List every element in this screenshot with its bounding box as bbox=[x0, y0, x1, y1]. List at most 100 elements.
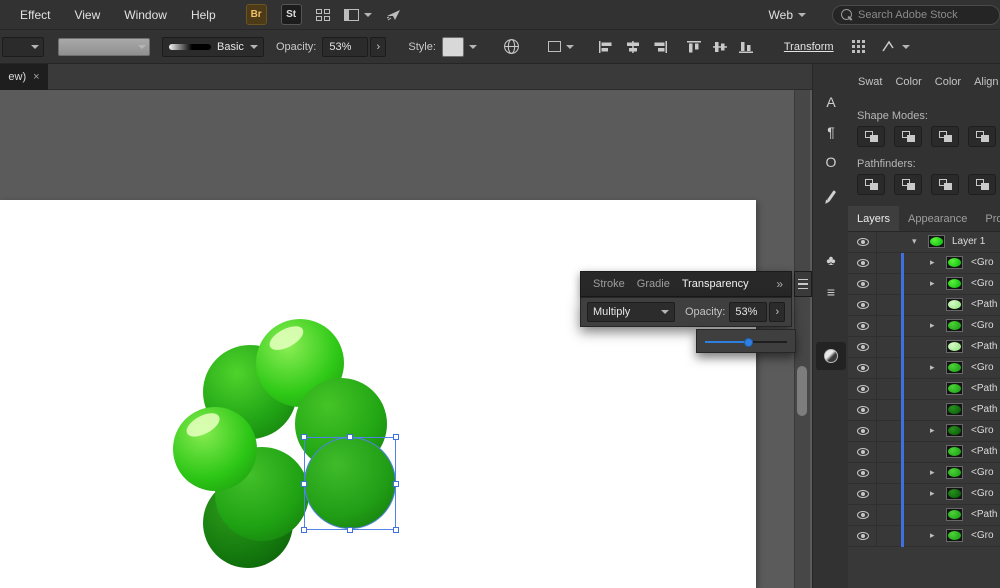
layer-row[interactable]: ▸ <Gro bbox=[848, 484, 1000, 505]
selection-handle[interactable] bbox=[393, 434, 399, 440]
layer-label[interactable]: Layer 1 bbox=[952, 236, 985, 247]
tab-color-guide[interactable]: Color bbox=[935, 76, 961, 88]
align-left-icon[interactable] bbox=[598, 40, 616, 54]
shape-mode-intersect-button[interactable] bbox=[931, 126, 959, 147]
tab-align[interactable]: Align bbox=[974, 76, 998, 88]
layer-row[interactable]: ▸ <Gro bbox=[848, 358, 1000, 379]
align-middle-icon[interactable] bbox=[712, 40, 730, 54]
visibility-eye-icon[interactable] bbox=[857, 322, 869, 330]
layer-label[interactable]: <Path bbox=[971, 404, 997, 415]
layer-label[interactable]: <Path bbox=[971, 509, 997, 520]
transparency-panel-header[interactable]: Stroke Gradie Transparency » bbox=[580, 271, 792, 297]
layer-row[interactable]: <Path bbox=[848, 442, 1000, 463]
disclosure-triangle-icon[interactable]: ▸ bbox=[930, 489, 935, 498]
disclosure-triangle-icon[interactable]: ▸ bbox=[930, 468, 935, 477]
align-right-icon[interactable] bbox=[650, 40, 668, 54]
visibility-eye-icon[interactable] bbox=[857, 532, 869, 540]
align-top-icon[interactable] bbox=[686, 40, 704, 54]
visibility-eye-icon[interactable] bbox=[857, 364, 869, 372]
layer-label[interactable]: <Path bbox=[971, 299, 997, 310]
opacity-expand-button[interactable]: › bbox=[370, 36, 387, 57]
close-icon[interactable]: × bbox=[33, 71, 39, 83]
visibility-eye-icon[interactable] bbox=[857, 511, 869, 519]
visibility-eye-icon[interactable] bbox=[857, 448, 869, 456]
layer-row[interactable]: <Path bbox=[848, 295, 1000, 316]
document-setup-globe-icon[interactable] bbox=[503, 38, 520, 55]
canvas-area[interactable] bbox=[0, 90, 812, 588]
layer-label[interactable]: <Path bbox=[971, 446, 997, 457]
selection-handle[interactable] bbox=[393, 527, 399, 533]
layer-row[interactable]: ▸ <Gro bbox=[848, 421, 1000, 442]
layer-row[interactable]: ▸ <Gro bbox=[848, 526, 1000, 547]
layer-row[interactable]: <Path bbox=[848, 400, 1000, 421]
character-panel-icon[interactable]: A bbox=[816, 88, 846, 116]
disclosure-triangle-icon[interactable]: ▸ bbox=[930, 426, 935, 435]
align-bottom-icon[interactable] bbox=[738, 40, 756, 54]
tab-appearance[interactable]: Appearance bbox=[899, 206, 976, 231]
opacity-slider-track[interactable] bbox=[705, 337, 787, 347]
align-center-icon[interactable] bbox=[624, 40, 642, 54]
transparency-panel-icon[interactable] bbox=[816, 342, 846, 370]
brushes-panel-icon[interactable] bbox=[816, 182, 846, 210]
appearance-panel-icon[interactable]: ≡ bbox=[816, 278, 846, 306]
document-layout-icon[interactable] bbox=[343, 8, 372, 21]
shape-mode-exclude-button[interactable] bbox=[968, 126, 996, 147]
visibility-eye-icon[interactable] bbox=[857, 343, 869, 351]
blend-mode-dropdown[interactable]: Multiply bbox=[587, 302, 675, 322]
menu-effect[interactable]: Effect bbox=[8, 8, 62, 22]
selection-handle[interactable] bbox=[347, 434, 353, 440]
shape-mode-unite-button[interactable] bbox=[857, 126, 885, 147]
tab-properties[interactable]: Prop bbox=[976, 206, 1000, 231]
graphic-style-swatch[interactable] bbox=[441, 36, 464, 57]
paragraph-panel-icon[interactable]: ¶ bbox=[816, 118, 846, 146]
pathfinder-crop-button[interactable] bbox=[968, 174, 996, 195]
pathfinder-trim-button[interactable] bbox=[894, 174, 922, 195]
visibility-eye-icon[interactable] bbox=[857, 238, 869, 246]
layer-label[interactable]: <Gro bbox=[971, 530, 994, 541]
visibility-eye-icon[interactable] bbox=[857, 427, 869, 435]
layer-row[interactable]: ▸ <Gro bbox=[848, 253, 1000, 274]
transform-link[interactable]: Transform bbox=[784, 41, 834, 53]
artboard[interactable] bbox=[0, 200, 756, 588]
disclosure-triangle-icon[interactable]: ▸ bbox=[930, 531, 935, 540]
opentype-panel-icon[interactable]: O bbox=[816, 148, 846, 176]
shape-mode-minus-front-button[interactable] bbox=[894, 126, 922, 147]
selection-handle[interactable] bbox=[301, 434, 307, 440]
slider-handle[interactable] bbox=[743, 337, 753, 347]
layer-root-row[interactable]: ▾ Layer 1 bbox=[848, 232, 1000, 253]
arrange-documents-icon[interactable] bbox=[315, 8, 330, 21]
layer-label[interactable]: <Gro bbox=[971, 425, 994, 436]
more-options-icon[interactable] bbox=[881, 40, 910, 53]
visibility-eye-icon[interactable] bbox=[857, 280, 869, 288]
share-icon[interactable] bbox=[386, 8, 402, 22]
visibility-eye-icon[interactable] bbox=[857, 469, 869, 477]
tab-gradient[interactable]: Gradie bbox=[637, 278, 670, 290]
menu-window[interactable]: Window bbox=[112, 8, 179, 22]
layer-row[interactable]: <Path bbox=[848, 337, 1000, 358]
layer-label[interactable]: <Path bbox=[971, 383, 997, 394]
menu-view[interactable]: View bbox=[62, 8, 112, 22]
bridge-icon[interactable]: Br bbox=[245, 4, 267, 25]
layer-label[interactable]: <Gro bbox=[971, 320, 994, 331]
disclosure-triangle-icon[interactable]: ▸ bbox=[930, 321, 935, 330]
pathfinder-divide-button[interactable] bbox=[857, 174, 885, 195]
vertical-scrollbar[interactable] bbox=[794, 90, 810, 588]
stock-search-input[interactable]: Search Adobe Stock bbox=[832, 4, 1000, 25]
symbols-panel-icon[interactable]: ♣ bbox=[816, 246, 846, 274]
tab-stroke[interactable]: Stroke bbox=[593, 278, 625, 290]
visibility-eye-icon[interactable] bbox=[857, 385, 869, 393]
artboard-options-icon[interactable] bbox=[547, 41, 574, 52]
pathfinder-merge-button[interactable] bbox=[931, 174, 959, 195]
visibility-eye-icon[interactable] bbox=[857, 490, 869, 498]
disclosure-triangle-icon[interactable]: ▸ bbox=[930, 363, 935, 372]
brush-definition-dropdown[interactable]: Basic bbox=[162, 36, 264, 57]
selection-handle[interactable] bbox=[347, 527, 353, 533]
stock-icon[interactable]: St bbox=[280, 4, 302, 25]
layer-row[interactable]: ▸ <Gro bbox=[848, 463, 1000, 484]
variable-width-dropdown[interactable] bbox=[2, 36, 44, 57]
layer-row[interactable]: <Path bbox=[848, 505, 1000, 526]
layer-label[interactable]: <Gro bbox=[971, 257, 994, 268]
selection-bounding-box[interactable] bbox=[304, 437, 396, 530]
grape-circle[interactable] bbox=[173, 407, 257, 491]
panel-opacity-expand-button[interactable]: › bbox=[769, 302, 786, 322]
